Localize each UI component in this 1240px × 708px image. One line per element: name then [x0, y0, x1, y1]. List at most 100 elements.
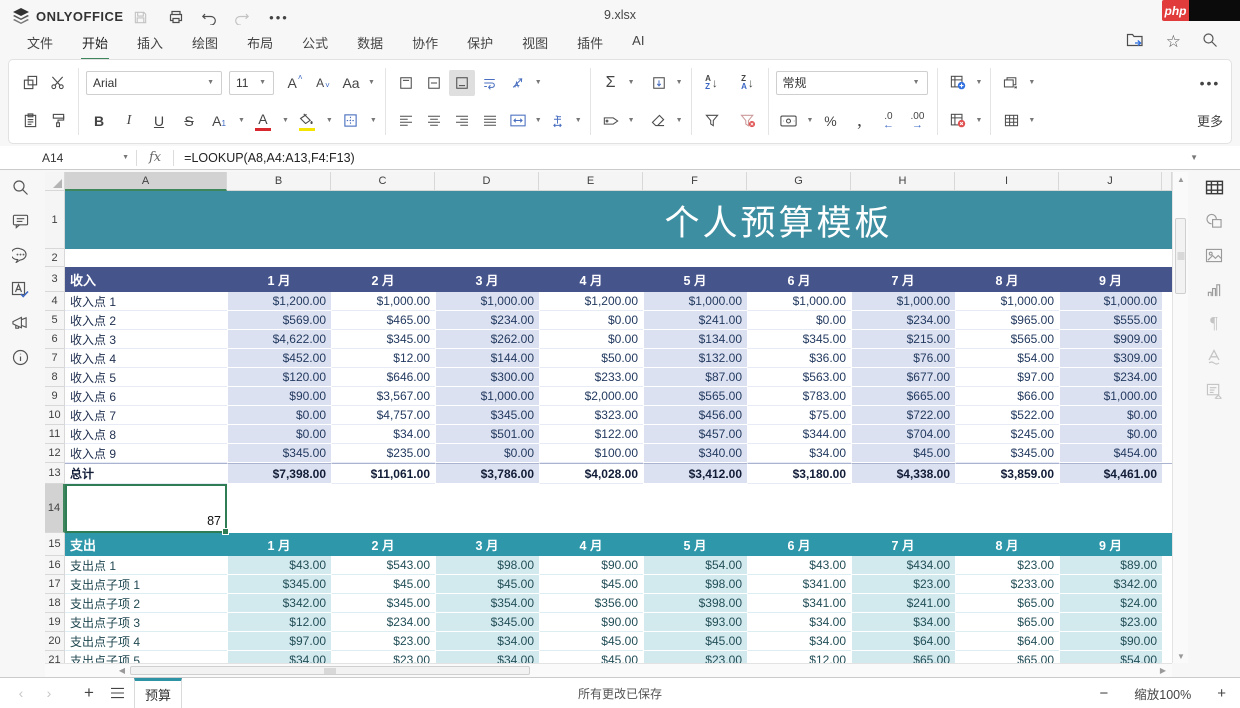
- data-cell[interactable]: $4,461.00: [1059, 463, 1162, 484]
- month-header[interactable]: 6 月: [747, 533, 851, 556]
- month-header[interactable]: 9 月: [1059, 267, 1162, 292]
- change-case-button[interactable]: Aa: [338, 70, 364, 96]
- align-left-button[interactable]: [393, 108, 419, 134]
- data-cell[interactable]: $465.00: [331, 311, 435, 330]
- month-header[interactable]: 7 月: [851, 267, 955, 292]
- row-header-19[interactable]: 19: [45, 613, 65, 632]
- scroll-down-arrow[interactable]: ▼: [1173, 649, 1189, 663]
- row-label[interactable]: 收入点 1: [65, 292, 227, 311]
- data-cell[interactable]: $342.00: [1059, 575, 1162, 594]
- month-header[interactable]: 5 月: [643, 267, 747, 292]
- data-cell[interactable]: $345.00: [331, 594, 435, 613]
- data-cell[interactable]: $1,000.00: [435, 292, 539, 311]
- column-header-E[interactable]: E: [539, 172, 643, 191]
- data-cell[interactable]: $235.00: [331, 444, 435, 463]
- data-cell[interactable]: $522.00: [955, 406, 1059, 425]
- data-cell[interactable]: $90.00: [539, 556, 643, 575]
- increase-decimal-button[interactable]: .00→: [904, 108, 930, 134]
- data-cell[interactable]: $45.00: [539, 575, 643, 594]
- align-center-button[interactable]: [421, 108, 447, 134]
- select-all-corner[interactable]: [45, 172, 65, 191]
- data-cell[interactable]: $23.00: [643, 651, 747, 663]
- menu-tab-9[interactable]: 视图: [521, 30, 549, 58]
- data-cell[interactable]: $342.00: [227, 594, 331, 613]
- borders-button[interactable]: [338, 108, 364, 134]
- clear-button[interactable]: [646, 108, 672, 134]
- data-cell[interactable]: $309.00: [1059, 349, 1162, 368]
- data-cell[interactable]: $241.00: [643, 311, 747, 330]
- data-cell[interactable]: $3,412.00: [643, 463, 747, 484]
- decrease-font-button[interactable]: A˅: [310, 70, 336, 96]
- row-header-6[interactable]: 6: [45, 330, 65, 349]
- signature-settings-button[interactable]: [1188, 374, 1240, 408]
- data-cell[interactable]: $4,028.00: [539, 463, 643, 484]
- data-cell[interactable]: $1,000.00: [955, 292, 1059, 311]
- data-cell[interactable]: $665.00: [851, 387, 955, 406]
- data-cell[interactable]: $34.00: [435, 632, 539, 651]
- data-cell[interactable]: $34.00: [747, 613, 851, 632]
- data-cell[interactable]: $0.00: [227, 425, 331, 444]
- data-cell[interactable]: $1,200.00: [539, 292, 643, 311]
- insert-cells-button[interactable]: [945, 70, 971, 96]
- data-cell[interactable]: $1,000.00: [435, 387, 539, 406]
- chat-button[interactable]: [0, 238, 40, 272]
- data-cell[interactable]: $245.00: [955, 425, 1059, 444]
- data-cell[interactable]: $501.00: [435, 425, 539, 444]
- month-header[interactable]: 4 月: [539, 267, 643, 292]
- toolbar-more-button[interactable]: 更多: [1197, 111, 1223, 130]
- data-cell[interactable]: $45.00: [435, 575, 539, 594]
- row-header-16[interactable]: 16: [45, 556, 65, 575]
- data-cell[interactable]: $34.00: [851, 613, 955, 632]
- month-header[interactable]: 7 月: [851, 533, 955, 556]
- scroll-right-arrow[interactable]: ▶: [1156, 664, 1170, 677]
- menu-tab-4[interactable]: 布局: [246, 30, 274, 58]
- menu-tab-0[interactable]: 文件: [26, 30, 54, 58]
- conditional-formatting-button[interactable]: [998, 70, 1024, 96]
- row-header-17[interactable]: 17: [45, 575, 65, 594]
- row-header-7[interactable]: 7: [45, 349, 65, 368]
- menu-tab-6[interactable]: 数据: [356, 30, 384, 58]
- data-cell[interactable]: $398.00: [643, 594, 747, 613]
- data-cell[interactable]: $565.00: [643, 387, 747, 406]
- menu-tab-5[interactable]: 公式: [301, 30, 329, 58]
- data-cell[interactable]: $120.00: [227, 368, 331, 387]
- data-cell[interactable]: $341.00: [747, 575, 851, 594]
- month-header[interactable]: 4 月: [539, 533, 643, 556]
- data-cell[interactable]: $563.00: [747, 368, 851, 387]
- row-label[interactable]: 收入点 2: [65, 311, 227, 330]
- data-cell[interactable]: $646.00: [331, 368, 435, 387]
- menu-tab-11[interactable]: AI: [631, 30, 645, 54]
- data-cell[interactable]: $345.00: [435, 613, 539, 632]
- data-cell[interactable]: $565.00: [955, 330, 1059, 349]
- data-cell[interactable]: $34.00: [227, 651, 331, 663]
- row-label[interactable]: 支出点子项 5: [65, 651, 227, 663]
- fill-handle[interactable]: [222, 528, 229, 535]
- row-label[interactable]: 收入点 5: [65, 368, 227, 387]
- data-cell[interactable]: $36.00: [747, 349, 851, 368]
- row-header-15[interactable]: 15: [45, 533, 65, 556]
- font-name-combo[interactable]: Arial▼: [86, 71, 222, 95]
- clear-filter-button[interactable]: [735, 108, 761, 134]
- sort-descending-button[interactable]: ZA↓: [735, 70, 761, 96]
- data-cell[interactable]: $93.00: [643, 613, 747, 632]
- data-cell[interactable]: $345.00: [227, 575, 331, 594]
- orientation-button[interactable]: [505, 70, 531, 96]
- data-cell[interactable]: $704.00: [851, 425, 955, 444]
- menu-tab-2[interactable]: 插入: [136, 30, 164, 58]
- data-cell[interactable]: $23.00: [851, 575, 955, 594]
- row-label[interactable]: 支出点子项 3: [65, 613, 227, 632]
- month-header[interactable]: 1 月: [227, 267, 331, 292]
- data-cell[interactable]: $1,000.00: [1059, 292, 1162, 311]
- text-direction-button[interactable]: [545, 108, 571, 134]
- data-cell[interactable]: $97.00: [227, 632, 331, 651]
- data-cell[interactable]: $7,398.00: [227, 463, 331, 484]
- paragraph-settings-button[interactable]: ¶: [1188, 306, 1240, 340]
- data-cell[interactable]: $3,859.00: [955, 463, 1059, 484]
- data-cell[interactable]: $0.00: [227, 406, 331, 425]
- row-header-12[interactable]: 12: [45, 444, 65, 463]
- data-cell[interactable]: $234.00: [435, 311, 539, 330]
- wrap-text-button[interactable]: [477, 70, 503, 96]
- image-settings-button[interactable]: [1188, 238, 1240, 272]
- data-cell[interactable]: $456.00: [643, 406, 747, 425]
- data-cell[interactable]: $64.00: [955, 632, 1059, 651]
